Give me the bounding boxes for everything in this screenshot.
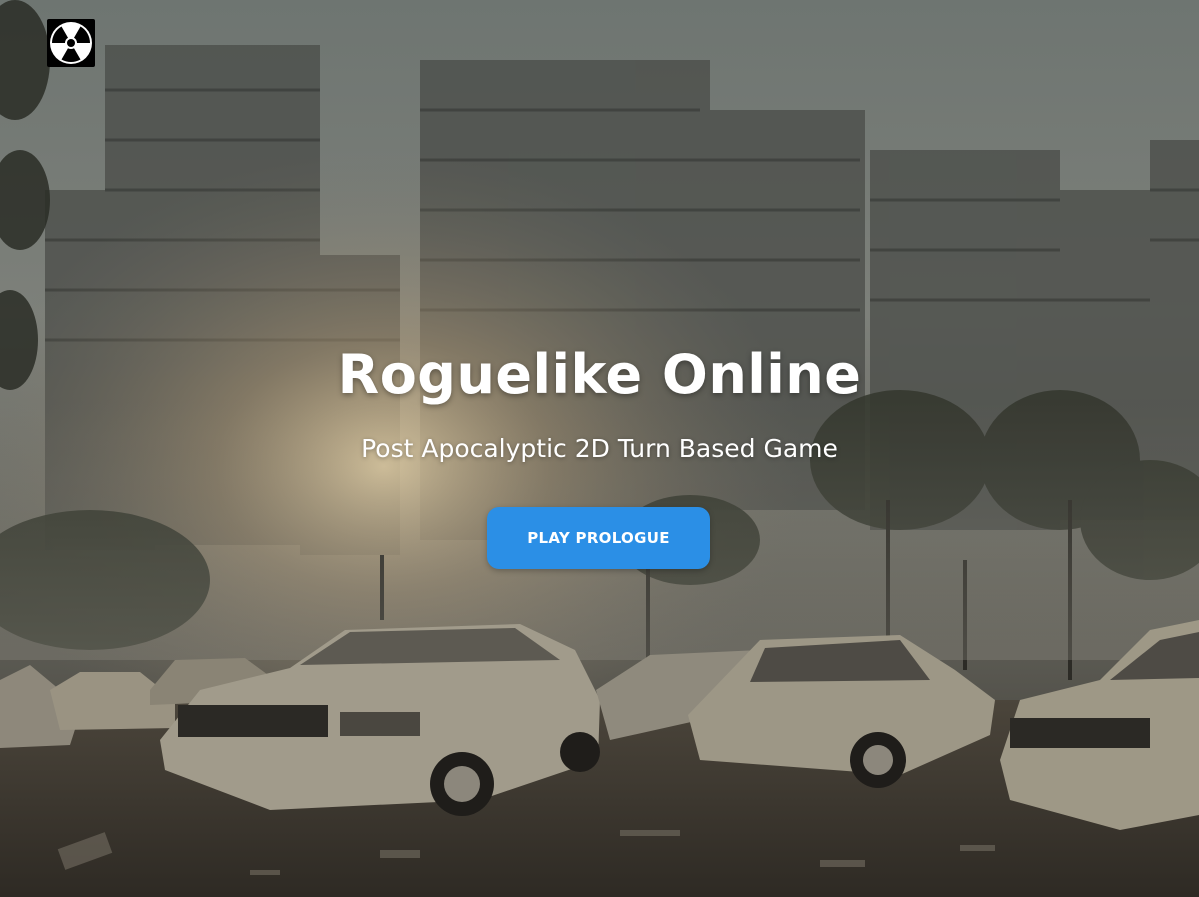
hero-section: Roguelike Online Post Apocalyptic 2D Tur… — [0, 0, 1199, 897]
play-prologue-button[interactable]: PLAY PROLOGUE — [487, 507, 710, 569]
page-title: Roguelike Online — [337, 343, 862, 406]
radiation-icon[interactable] — [47, 19, 95, 67]
page-subtitle: Post Apocalyptic 2D Turn Based Game — [361, 434, 838, 463]
